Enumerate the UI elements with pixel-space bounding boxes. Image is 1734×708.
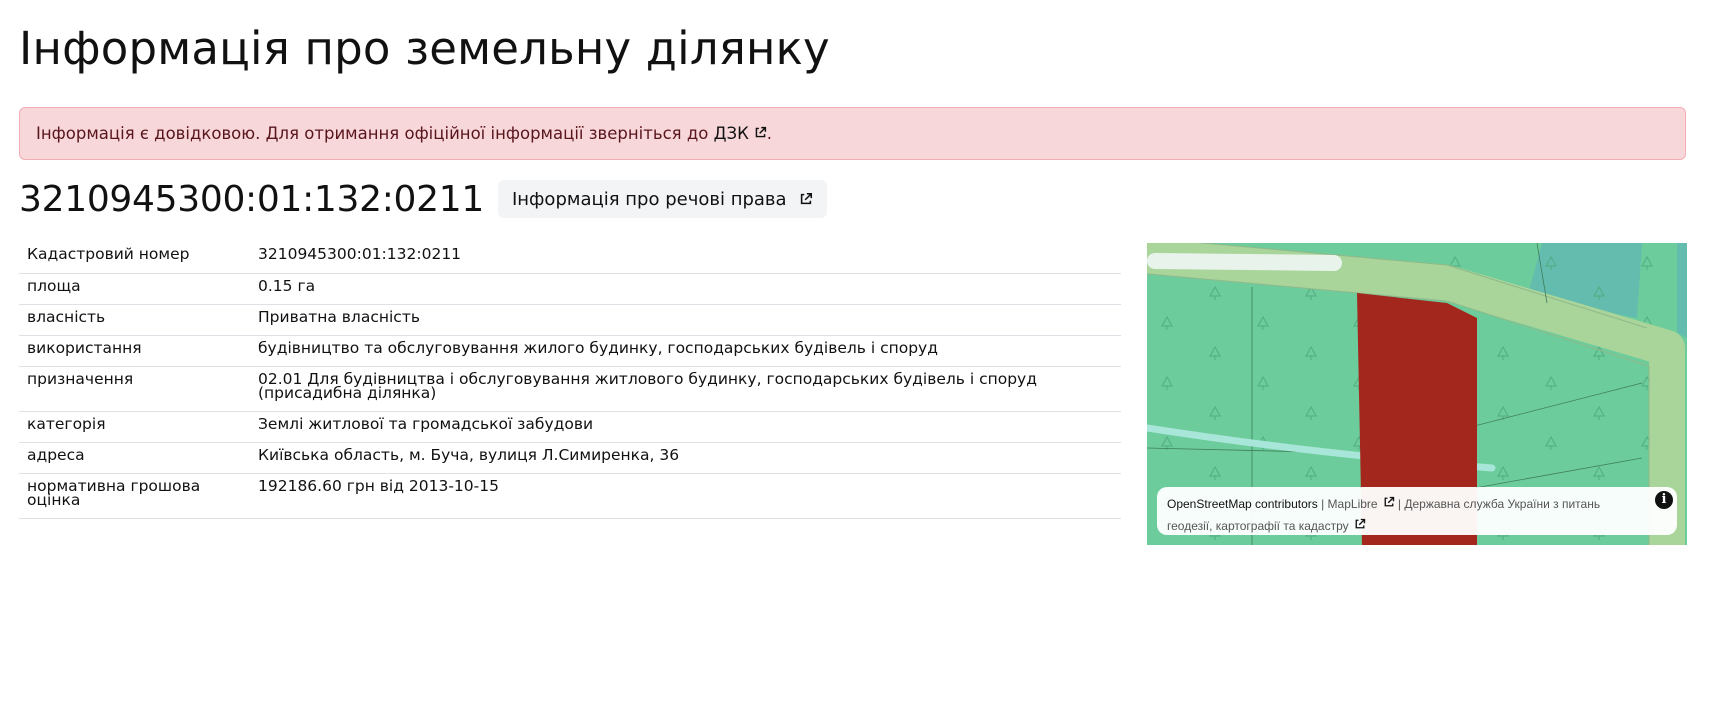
page-title: Інформація про земельну ділянку	[19, 22, 830, 75]
alert-text: Інформація є довідковою. Для отримання о…	[36, 124, 709, 143]
external-link-icon	[1384, 496, 1394, 507]
maplibre-label: MapLibre	[1327, 497, 1378, 511]
table-row: категорія Землі житлової та громадської …	[19, 411, 1121, 443]
row-key: адреса	[19, 442, 250, 474]
dzk-link[interactable]: ДЗК	[714, 124, 767, 143]
table-row: призначення 02.01 Для будівництва і обсл…	[19, 366, 1121, 412]
map-attribution: OpenStreetMap contributors | MapLibre | …	[1157, 487, 1677, 535]
info-icon[interactable]: i	[1655, 491, 1673, 509]
info-alert: Інформація є довідковою. Для отримання о…	[19, 107, 1686, 160]
table-row: площа 0.15 га	[19, 273, 1121, 305]
property-rights-label: Інформація про речові права	[511, 188, 787, 210]
row-value: Київська область, м. Буча, вулиця Л.Сими…	[250, 442, 1121, 474]
row-key: категорія	[19, 411, 250, 443]
external-link-icon	[755, 126, 766, 138]
page: Інформація про земельну ділянку Інформац…	[0, 0, 1734, 708]
row-value: Землі житлової та громадської забудови	[250, 411, 1121, 443]
attribution-separator: |	[1317, 497, 1328, 511]
row-value: 3210945300:01:132:0211	[250, 242, 1121, 274]
table-row: адреса Київська область, м. Буча, вулиця…	[19, 442, 1121, 474]
external-link-icon	[1355, 518, 1365, 529]
dzk-link-label: ДЗК	[713, 124, 749, 143]
row-key: нормативна грошова оцінка	[19, 473, 250, 519]
row-key: Кадастровий номер	[19, 242, 250, 274]
external-link-icon	[800, 192, 812, 205]
row-key: площа	[19, 273, 250, 305]
maplibre-link[interactable]: MapLibre	[1327, 496, 1395, 511]
row-key: використання	[19, 335, 250, 367]
row-value: 192186.60 грн від 2013-10-15	[250, 473, 1121, 519]
osm-link[interactable]: OpenStreetMap contributors	[1167, 497, 1318, 511]
dotted-strip	[1147, 253, 1342, 271]
parcel-number: 3210945300:01:132:0211	[19, 178, 484, 220]
alert-suffix: .	[766, 124, 773, 143]
row-key: власність	[19, 304, 250, 336]
row-value: будівництво та обслуговування жилого буд…	[250, 335, 1121, 367]
table-row: використання будівництво та обслуговуван…	[19, 335, 1121, 367]
table-row: Кадастровий номер 3210945300:01:132:0211	[19, 242, 1121, 274]
property-rights-button[interactable]: Інформація про речові права	[497, 180, 827, 218]
row-key: призначення	[19, 366, 250, 412]
parcel-header: 3210945300:01:132:0211 Інформація про ре…	[19, 178, 827, 220]
attribution-separator: |	[1394, 497, 1405, 511]
row-value: Приватна власність	[250, 304, 1121, 336]
row-value: 02.01 Для будівництва і обслуговування ж…	[250, 366, 1121, 412]
parcel-info-table: Кадастровий номер 3210945300:01:132:0211…	[19, 242, 1121, 519]
row-value: 0.15 га	[250, 273, 1121, 305]
table-row: власність Приватна власність	[19, 304, 1121, 336]
table-row: нормативна грошова оцінка 192186.60 грн …	[19, 473, 1121, 519]
